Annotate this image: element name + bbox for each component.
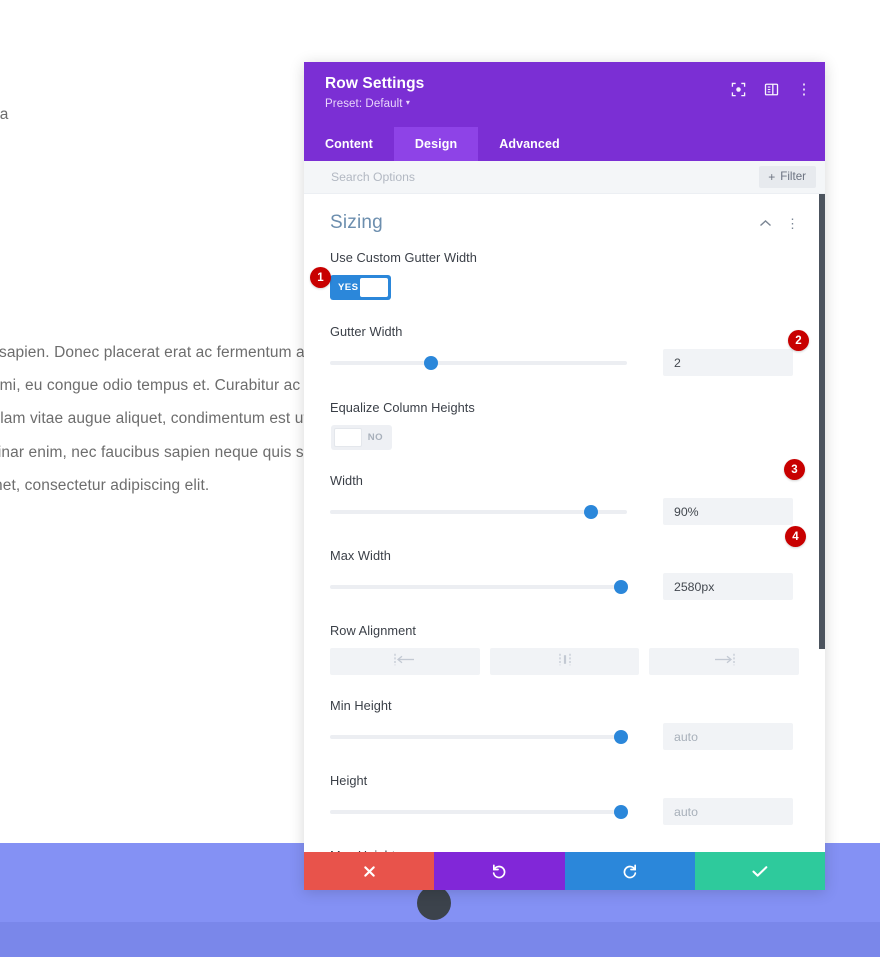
section-title-sizing: Sizing <box>330 212 383 233</box>
label-equalize-column-heights: Equalize Column Heights <box>330 400 475 415</box>
page-text-line: ssa <box>0 106 9 123</box>
row-align-center-button[interactable] <box>489 648 640 675</box>
annotation-badge-3: 3 <box>784 459 805 480</box>
label-min-height: Min Height <box>330 698 392 713</box>
modal-tabs: Content Design Advanced <box>304 127 825 161</box>
slider-knob[interactable] <box>614 579 629 594</box>
slider-knob[interactable] <box>584 504 599 519</box>
align-center-icon <box>554 653 576 671</box>
annotation-badge-4: 4 <box>785 526 806 547</box>
slider-knob[interactable] <box>423 355 438 370</box>
annotation-badge-2: 2 <box>788 330 809 351</box>
page-text-line: vinar enim, nec faucibus sapien neque qu… <box>0 444 330 461</box>
slider-min-height[interactable] <box>330 728 629 746</box>
input-min-height[interactable] <box>663 723 793 750</box>
page-text-line: net, consectetur adipiscing elit. <box>0 477 210 494</box>
page-text-line: r mi, eu congue odio tempus et. Curabitu… <box>0 377 335 394</box>
slider-track <box>330 809 627 814</box>
field-max-height: Max Height <box>330 825 799 852</box>
undo-button[interactable] <box>434 852 565 890</box>
toggle-knob <box>360 278 388 297</box>
redo-button[interactable] <box>564 852 695 890</box>
tab-advanced[interactable]: Advanced <box>478 127 581 161</box>
label-height: Height <box>330 773 368 788</box>
slider-max-width[interactable] <box>330 578 629 596</box>
field-min-height: Min Height <box>330 675 799 750</box>
input-height[interactable] <box>663 798 793 825</box>
settings-scrollbar[interactable] <box>819 194 825 852</box>
settings-scroll-area: Sizing ⋮ Use Custom Gutter Width YES Gut… <box>304 194 825 852</box>
field-equalize-column-heights: Equalize Column Heights NO <box>330 376 799 450</box>
row-align-right-button[interactable] <box>649 648 800 675</box>
field-max-width: Max Width <box>330 525 799 600</box>
slider-knob[interactable] <box>614 729 629 744</box>
section-kebab-icon[interactable]: ⋮ <box>786 217 799 230</box>
focus-target-icon[interactable] <box>729 80 747 98</box>
modal-footer <box>304 852 825 890</box>
toggle-knob <box>334 428 362 447</box>
preset-selector[interactable]: Preset: Default ▾ <box>325 98 807 110</box>
field-width: Width <box>330 450 799 525</box>
screen: ssa us sapien. Donec placerat erat ac fe… <box>0 0 880 957</box>
chevron-up-icon[interactable] <box>759 217 772 230</box>
floating-action-dot[interactable] <box>417 886 451 920</box>
page-text-line: us sapien. Donec placerat erat ac fermen… <box>0 344 321 361</box>
kebab-menu-icon[interactable]: ⋮ <box>795 80 813 98</box>
filter-button[interactable]: + Filter <box>759 166 816 188</box>
check-icon <box>752 865 768 878</box>
toggle-use-custom-gutter-width[interactable]: YES <box>330 275 391 300</box>
label-row-alignment: Row Alignment <box>330 623 417 638</box>
field-gutter-width: Gutter Width <box>330 300 799 376</box>
tab-design[interactable]: Design <box>393 127 479 161</box>
align-left-icon <box>394 653 416 671</box>
annotation-badge-1: 1 <box>310 267 331 288</box>
save-button[interactable] <box>694 852 825 890</box>
slider-track <box>330 360 627 365</box>
sizing-section-header: Sizing ⋮ <box>330 194 799 238</box>
label-max-width: Max Width <box>330 548 391 563</box>
input-width[interactable] <box>663 498 793 525</box>
slider-track <box>330 509 627 514</box>
row-settings-modal: Row Settings Preset: Default ▾ ⋮ Content… <box>304 62 825 890</box>
toggle-equalize-column-heights[interactable]: NO <box>331 425 392 450</box>
close-icon <box>363 865 376 878</box>
slider-knob[interactable] <box>614 804 629 819</box>
field-height: Height <box>330 750 799 825</box>
input-max-width[interactable] <box>663 573 793 600</box>
page-text-line: ullam vitae augue aliquet, condimentum e… <box>0 410 325 427</box>
search-input[interactable]: Search Options <box>331 170 415 184</box>
plus-icon: + <box>768 169 776 184</box>
search-bar: Search Options + Filter <box>304 161 825 194</box>
scrollbar-thumb[interactable] <box>819 194 825 649</box>
toggle-state-label: NO <box>367 432 383 443</box>
slider-track <box>330 734 627 739</box>
label-max-height: Max Height <box>330 848 799 852</box>
filter-label: Filter <box>780 170 806 183</box>
label-gutter-width: Gutter Width <box>330 324 403 339</box>
row-align-left-button[interactable] <box>330 648 480 675</box>
field-use-custom-gutter-width: Use Custom Gutter Width YES <box>330 238 799 300</box>
page-footer-band-alt <box>0 922 880 957</box>
modal-header-actions: ⋮ <box>729 80 813 98</box>
field-row-alignment: Row Alignment <box>330 600 800 675</box>
slider-gutter-width[interactable] <box>330 354 627 372</box>
undo-icon <box>491 863 507 879</box>
redo-icon <box>622 863 638 879</box>
tab-content[interactable]: Content <box>304 127 394 161</box>
chevron-down-icon: ▾ <box>405 98 410 107</box>
align-right-icon <box>713 653 735 671</box>
close-button[interactable] <box>304 852 435 890</box>
label-width: Width <box>330 473 363 488</box>
preset-label: Preset: Default <box>325 98 403 110</box>
slider-track <box>330 584 627 589</box>
layout-panel-icon[interactable] <box>762 80 780 98</box>
label-use-custom-gutter-width: Use Custom Gutter Width <box>330 250 477 265</box>
toggle-state-label: YES <box>338 282 359 293</box>
slider-height[interactable] <box>330 803 629 821</box>
slider-width[interactable] <box>330 503 627 521</box>
input-gutter-width[interactable] <box>663 349 793 376</box>
modal-header: Row Settings Preset: Default ▾ ⋮ <box>304 62 825 127</box>
